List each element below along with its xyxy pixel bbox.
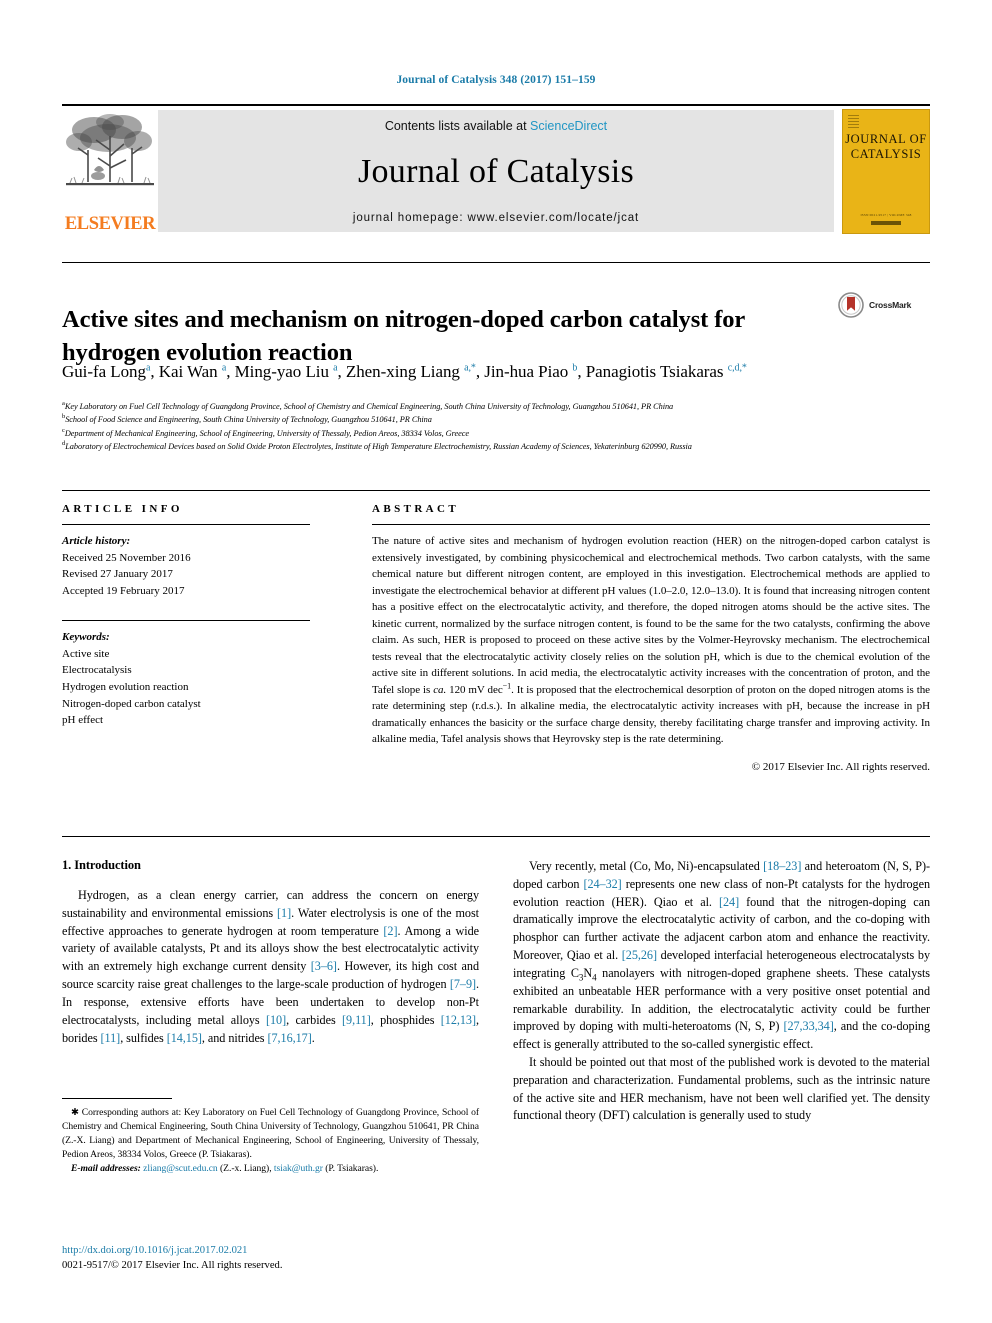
cover-title-line2: CATALYSIS (850, 146, 922, 161)
keyword-item: pH effect (62, 714, 104, 727)
article-info-column: ARTICLE INFO Article history: Received 2… (62, 503, 310, 749)
body-column-right: Very recently, metal (Co, Mo, Ni)-encaps… (513, 858, 930, 1125)
keywords-rule (62, 619, 310, 621)
journal-homepage-link[interactable]: journal homepage: www.elsevier.com/locat… (353, 212, 639, 224)
footnote-block: ✱ Corresponding authors at: Key Laborato… (62, 1098, 479, 1176)
article-info-rule (62, 524, 310, 525)
doi-link[interactable]: http://dx.doi.org/10.1016/j.jcat.2017.02… (62, 1243, 562, 1258)
body-paragraph: It should be pointed out that most of th… (513, 1054, 930, 1123)
contents-available-line: Contents lists available at ScienceDirec… (385, 119, 607, 133)
title-divider (62, 262, 930, 263)
elsevier-wordmark: ELSEVIER (64, 213, 156, 234)
cover-footer-text: ISSN 0021-9517 | VOLUME 348 (860, 213, 912, 218)
article-history-item: Accepted 19 February 2017 (62, 585, 185, 598)
crossmark-label: CrossMark (869, 300, 912, 310)
elsevier-tree-icon (66, 114, 154, 186)
page-title: Active sites and mechanism on nitrogen-d… (62, 306, 745, 366)
keyword-items: Active site Electrocatalysis Hydrogen evol… (62, 646, 310, 730)
footnote-divider (62, 1098, 172, 1099)
history-items: Received 25 November 2016 Revised 27 Janu… (62, 550, 310, 600)
section-heading-introduction: 1. Introduction (62, 858, 141, 872)
crossmark-badge[interactable]: CrossMark (838, 292, 911, 318)
cover-elsevier-mini-icon (848, 115, 859, 128)
sciencedirect-link[interactable]: ScienceDirect (530, 119, 607, 133)
article-page: Journal of Catalysis 348 (2017) 151–159 (0, 0, 992, 1323)
corresponding-author-note: ✱ Corresponding authors at: Key Laborato… (62, 1107, 479, 1160)
article-history-group: Article history: Received 25 November 20… (62, 533, 310, 600)
cover-title: JOURNAL OF CATALYSIS (843, 132, 929, 162)
journal-title: Journal of Catalysis (357, 152, 635, 190)
crossmark-icon (838, 292, 864, 318)
body-column-left: 1. Introduction Hydrogen, as a clean ene… (62, 858, 479, 1047)
info-abstract-divider (62, 490, 930, 491)
affiliation-item: cDepartment of Mechanical Engineering, S… (62, 427, 470, 438)
body-divider (62, 836, 930, 837)
article-history-item: Received 25 November 2016 (62, 551, 191, 564)
abstract-column: ABSTRACT The nature of active sites and … (372, 503, 930, 773)
journal-masthead: ELSEVIER Contents lists available at Sci… (62, 104, 930, 234)
contents-prefix: Contents lists available at (384, 119, 527, 133)
affiliation-item: bSchool of Food Science and Engineering,… (62, 413, 432, 425)
doi-block: http://dx.doi.org/10.1016/j.jcat.2017.02… (62, 1243, 562, 1274)
issn-copyright-line: 0021-9517/© 2017 Elsevier Inc. All right… (62, 1260, 283, 1272)
keyword-item: Active site (62, 647, 110, 660)
cover-footer: ISSN 0021-9517 | VOLUME 348 (843, 213, 929, 227)
abstract-rule (372, 524, 930, 525)
affiliation-item: dLaboratory of Electrochemical Devices b… (62, 440, 692, 452)
running-head: Journal of Catalysis 348 (2017) 151–159 (396, 74, 596, 86)
journal-cover-thumbnail[interactable]: JOURNAL OF CATALYSIS ISSN 0021-9517 | VO… (842, 109, 930, 234)
abstract-copyright: © 2017 Elsevier Inc. All rights reserved… (751, 760, 930, 773)
article-history-item: Revised 27 January 2017 (62, 568, 173, 581)
left-column-paragraphs: Hydrogen, as a clean energy carrier, can… (62, 887, 479, 1047)
keywords-group: Keywords: Active site Electrocatalysis Hyd… (62, 629, 310, 729)
keyword-item: Hydrogen evolution reaction (62, 681, 189, 694)
affiliation-item: aKey Laboratory on Fuel Cell Technology … (62, 400, 674, 411)
cover-title-line1: JOURNAL OF (845, 132, 927, 146)
body-paragraph: Hydrogen, as a clean energy carrier, can… (62, 888, 479, 1045)
elsevier-logo: ELSEVIER (62, 106, 158, 234)
article-history-label: Article history: (62, 535, 131, 547)
keyword-item: Electrocatalysis (62, 664, 132, 677)
abstract-text: The nature of active sites and mechanism… (372, 535, 930, 745)
body-paragraph: Very recently, metal (Co, Mo, Ni)-encaps… (513, 859, 931, 1052)
abstract-heading: ABSTRACT (372, 503, 460, 515)
author-list: Gui-fa Longa, Kai Wan a, Ming-yao Liu a,… (62, 362, 747, 381)
masthead-center: Contents lists available at ScienceDirec… (158, 110, 834, 232)
keyword-item: Nitrogen-doped carbon catalyst (62, 697, 201, 710)
email-addresses-note[interactable]: E-mail addresses: zliang@scut.edu.cn (Z.… (62, 1162, 479, 1176)
keywords-label: Keywords: (62, 630, 110, 643)
affiliation-list: aKey Laboratory on Fuel Cell Technology … (62, 400, 934, 454)
right-column-paragraphs: Very recently, metal (Co, Mo, Ni)-encaps… (513, 858, 930, 1125)
article-info-heading: ARTICLE INFO (62, 503, 183, 515)
cover-footer-bar (871, 220, 901, 225)
